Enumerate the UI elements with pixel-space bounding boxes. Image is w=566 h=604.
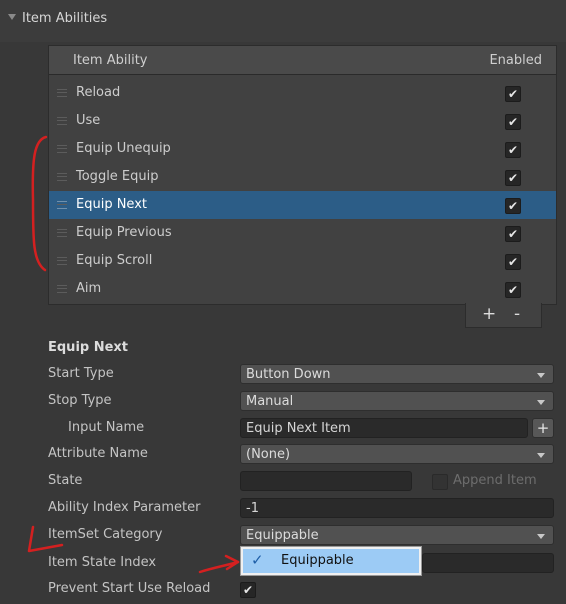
start-type-value: Button Down	[246, 367, 331, 382]
chevron-down-icon	[537, 373, 545, 378]
append-item-checkbox[interactable]	[432, 474, 448, 490]
list-row-equip-next[interactable]: Equip Next ✔	[49, 191, 556, 219]
item-state-index-label: Item State Index	[48, 555, 157, 570]
checkmark-icon: ✓	[251, 551, 264, 569]
enabled-checkbox[interactable]: ✔	[505, 226, 521, 242]
item-ability-list: Item Ability Enabled Reload ✔ Use ✔ Equi…	[48, 45, 557, 305]
ability-label: Equip Unequip	[76, 141, 171, 156]
drag-handle-icon[interactable]	[57, 145, 67, 153]
remove-ability-button[interactable]: -	[514, 304, 520, 324]
stop-type-value: Manual	[246, 394, 294, 409]
popup-option-equippable[interactable]: ✓ Equippable	[243, 549, 419, 573]
list-row-reload[interactable]: Reload ✔	[49, 79, 556, 107]
enabled-checkbox[interactable]: ✔	[505, 170, 521, 186]
list-row-aim[interactable]: Aim ✔	[49, 275, 556, 303]
list-row-toggle-equip[interactable]: Toggle Equip ✔	[49, 163, 556, 191]
input-name-value: Equip Next Item	[246, 421, 351, 436]
drag-handle-icon[interactable]	[57, 257, 67, 265]
drag-handle-icon[interactable]	[57, 201, 67, 209]
chevron-down-icon	[537, 400, 545, 405]
drag-handle-icon[interactable]	[57, 89, 67, 97]
ability-label: Use	[76, 113, 101, 128]
selected-ability-title: Equip Next	[48, 340, 129, 355]
append-item-label: Append Item	[453, 473, 537, 488]
section-title: Item Abilities	[22, 11, 108, 26]
ability-label: Toggle Equip	[76, 169, 159, 184]
ability-label: Equip Scroll	[76, 253, 153, 268]
start-type-dropdown[interactable]: Button Down	[240, 364, 554, 384]
attribute-name-value: (None)	[246, 447, 291, 462]
item-abilities-header[interactable]: Item Abilities	[0, 0, 566, 42]
attribute-name-label: Attribute Name	[48, 446, 148, 461]
itemset-category-dropdown[interactable]: Equippable	[240, 525, 554, 545]
input-name-field[interactable]: Equip Next Item	[240, 418, 528, 438]
list-header: Item Ability Enabled	[49, 46, 556, 75]
chevron-down-icon	[537, 453, 545, 458]
enabled-checkbox[interactable]: ✔	[505, 198, 521, 214]
column-enabled: Enabled	[489, 53, 542, 68]
attribute-name-dropdown[interactable]: (None)	[240, 444, 554, 464]
column-item-ability: Item Ability	[73, 53, 148, 68]
enabled-checkbox[interactable]: ✔	[505, 114, 521, 130]
ability-index-parameter-field[interactable]: -1	[240, 498, 554, 518]
ability-label: Equip Previous	[76, 225, 172, 240]
foldout-arrow-icon[interactable]	[8, 14, 16, 20]
state-label: State	[48, 473, 83, 488]
ability-label: Reload	[76, 85, 121, 100]
ability-label: Aim	[76, 281, 102, 296]
enabled-checkbox[interactable]: ✔	[505, 142, 521, 158]
drag-handle-icon[interactable]	[57, 173, 67, 181]
list-row-equip-scroll[interactable]: Equip Scroll ✔	[49, 247, 556, 275]
ability-label: Equip Next	[76, 197, 147, 212]
drag-handle-icon[interactable]	[57, 229, 67, 237]
prevent-start-use-reload-label: Prevent Start Use Reload	[48, 581, 211, 596]
itemset-category-popup: ✓ Equippable	[240, 546, 422, 576]
list-footer: + -	[465, 303, 542, 328]
state-field[interactable]	[240, 471, 412, 491]
stop-type-label: Stop Type	[48, 393, 112, 408]
red-bracket-annotation	[31, 135, 48, 272]
enabled-checkbox[interactable]: ✔	[505, 86, 521, 102]
prevent-start-use-reload-checkbox[interactable]: ✔	[240, 582, 256, 598]
input-name-label: Input Name	[68, 420, 145, 435]
enabled-checkbox[interactable]: ✔	[505, 254, 521, 270]
list-row-equip-unequip[interactable]: Equip Unequip ✔	[49, 135, 556, 163]
drag-handle-icon[interactable]	[57, 117, 67, 125]
drag-handle-icon[interactable]	[57, 285, 67, 293]
list-row-use[interactable]: Use ✔	[49, 107, 556, 135]
enabled-checkbox[interactable]: ✔	[505, 282, 521, 298]
start-type-label: Start Type	[48, 366, 114, 381]
list-row-equip-previous[interactable]: Equip Previous ✔	[49, 219, 556, 247]
chevron-down-icon	[537, 534, 545, 539]
add-input-name-button[interactable]: +	[532, 418, 554, 438]
itemset-category-label: ItemSet Category	[48, 527, 163, 542]
red-arrowhead-annotation	[224, 554, 240, 571]
stop-type-dropdown[interactable]: Manual	[240, 391, 554, 411]
red-arrow-annotation	[198, 560, 240, 574]
item-state-index-field[interactable]	[422, 553, 554, 573]
itemset-category-value: Equippable	[246, 528, 319, 543]
add-ability-button[interactable]: +	[482, 304, 496, 324]
ability-index-parameter-value: -1	[246, 501, 259, 516]
popup-option-label: Equippable	[281, 553, 354, 568]
ability-index-parameter-label: Ability Index Parameter	[48, 500, 201, 515]
